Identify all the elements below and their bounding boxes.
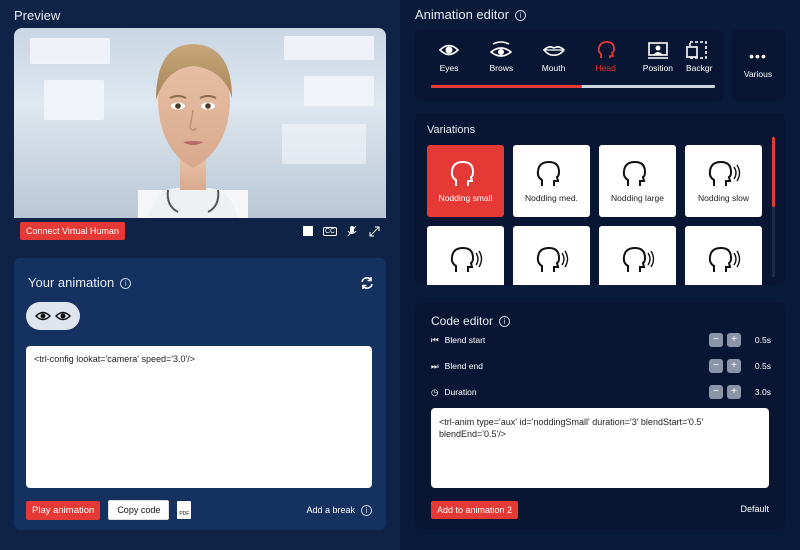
left-column: Preview Connect Virtual Human CC Your an… (0, 0, 400, 550)
variation-label: Nodding large (611, 193, 664, 203)
refresh-icon[interactable] (360, 276, 374, 295)
variations-panel: Variations Nodding small Nodding med. Nodd… (415, 113, 785, 285)
variation-item[interactable]: Nodding small (427, 145, 504, 217)
head-nod-icon (536, 246, 568, 272)
variation-item[interactable] (685, 226, 762, 285)
duration-label: Duration (444, 387, 477, 397)
copy-code-button[interactable]: Copy code (108, 500, 170, 520)
decrease-button[interactable]: − (709, 333, 723, 347)
clock-icon: ◷ (431, 386, 439, 397)
skip-back-icon: ⏮ (431, 334, 439, 345)
decrease-button[interactable]: − (709, 359, 723, 373)
closed-captions-icon[interactable]: CC (322, 225, 338, 237)
increase-button[interactable]: + (727, 385, 741, 399)
your-animation-heading: Your animation i (28, 275, 132, 290)
blend-start-value: 0.5s (754, 335, 771, 345)
head-nod-icon (708, 160, 740, 186)
tab-mouth[interactable]: Mouth (529, 41, 577, 73)
blend-end-value: 0.5s (754, 361, 771, 371)
preview-panel: Connect Virtual Human CC (14, 28, 386, 244)
variations-scrollbar[interactable] (772, 137, 775, 277)
duration-value: 3.0s (754, 387, 771, 397)
head-nod-icon (450, 246, 482, 272)
variation-label: Nodding med. (525, 193, 578, 203)
add-to-animation-button[interactable]: Add to animation 2 (431, 501, 519, 519)
connect-virtual-human-button[interactable]: Connect Virtual Human (20, 222, 125, 240)
code-editor-heading: Code editor i (431, 314, 511, 328)
animation-code-textarea[interactable]: <trl-config lookat='camera' speed='3.0'/… (26, 346, 372, 488)
blend-end-row: ⏭ Blend end − + 0.5s (431, 358, 771, 374)
blend-end-label: Blend end (444, 361, 483, 371)
mouth-icon (542, 46, 565, 56)
blend-start-row: ⏮ Blend start − + 0.5s (431, 332, 771, 348)
tab-head[interactable]: Head (582, 41, 630, 73)
eye-toggle-button[interactable] (26, 302, 80, 330)
info-icon[interactable]: i (120, 278, 132, 290)
head-nod-icon (536, 160, 560, 186)
head-nod-icon (622, 160, 646, 186)
variation-item[interactable]: Nodding med. (513, 145, 590, 217)
various-label: Various (743, 69, 773, 79)
background-icon (686, 41, 707, 59)
blend-start-label: Blend start (444, 335, 486, 345)
tab-eyes[interactable]: Eyes (425, 41, 473, 73)
variations-title: Variations (427, 124, 476, 136)
variations-scrollbar-thumb[interactable] (772, 137, 775, 207)
play-animation-button[interactable]: Play animation (26, 500, 101, 520)
virtual-human-avatar (138, 44, 248, 218)
decrease-button[interactable]: − (709, 385, 723, 399)
code-editor-panel: Code editor i ⏮ Blend start − + 0.5s ⏭ Bl… (415, 302, 785, 530)
info-icon[interactable]: i (514, 10, 526, 22)
variations-grid: Nodding small Nodding med. Nodding large No… (427, 145, 762, 285)
head-nod-icon (450, 160, 474, 186)
variation-label: Nodding small (438, 193, 493, 203)
various-button[interactable]: ••• Various (731, 29, 785, 101)
default-link[interactable]: Default (740, 504, 769, 514)
info-icon[interactable]: i (499, 316, 511, 328)
code-editor-title: Code editor (431, 314, 494, 328)
add-break-label: Add a break (306, 505, 355, 515)
brows-icon (490, 41, 513, 57)
variation-item[interactable]: Nodding large (599, 145, 676, 217)
variation-item[interactable] (599, 226, 676, 285)
info-icon[interactable]: i (361, 504, 372, 516)
tab-background[interactable]: Backgr (686, 41, 713, 73)
your-animation-panel: Your animation i <trl-config lookat='came… (14, 258, 386, 530)
skip-forward-icon: ⏭ (431, 360, 439, 371)
stop-icon[interactable] (302, 225, 314, 237)
duration-row: ◷ Duration − + 3.0s (431, 384, 771, 400)
animation-editor-tabs-panel: Eyes Brows Mouth Head Position Backgr (415, 29, 723, 101)
position-icon (647, 42, 668, 59)
fullscreen-icon[interactable] (368, 225, 380, 237)
eye-icon (55, 311, 71, 321)
add-break-link[interactable]: Add a break i (306, 504, 372, 516)
preview-title: Preview (14, 8, 61, 23)
your-animation-title: Your animation (28, 275, 115, 290)
variation-item[interactable] (427, 226, 504, 285)
tab-position[interactable]: Position (634, 41, 682, 73)
increase-button[interactable]: + (727, 359, 741, 373)
virtual-human-video (14, 28, 386, 218)
head-icon (597, 41, 615, 58)
head-nod-icon (622, 246, 654, 272)
preview-controls: Connect Virtual Human CC (14, 218, 386, 244)
increase-button[interactable]: + (727, 333, 741, 347)
pdf-icon[interactable]: PDF (177, 501, 192, 519)
variation-item[interactable]: Nodding slow (685, 145, 762, 217)
variation-item[interactable] (513, 226, 590, 285)
more-icon: ••• (749, 48, 767, 64)
eye-icon (35, 311, 51, 321)
eye-icon (439, 44, 460, 56)
animation-editor-heading: Animation editor i (415, 7, 526, 22)
tab-brows[interactable]: Brows (477, 41, 525, 73)
variation-label: Nodding slow (697, 193, 750, 203)
animation-editor-title: Animation editor (415, 7, 509, 22)
head-nod-icon (708, 246, 740, 272)
tab-scroll-progress-fill (431, 85, 582, 88)
tab-scroll-progress[interactable] (431, 85, 715, 88)
mute-microphone-icon[interactable] (346, 225, 358, 237)
code-editor-textarea[interactable]: <trl-anim type='aux' id='noddingSmall' d… (431, 408, 769, 488)
